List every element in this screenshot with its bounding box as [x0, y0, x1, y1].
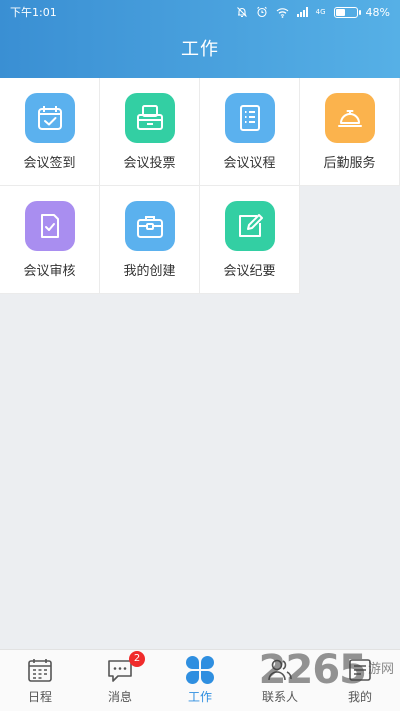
tile-icon-bg [24, 92, 75, 143]
edit-note-icon [238, 213, 263, 237]
tab-messages[interactable]: 2 消息 [80, 650, 160, 711]
signal-icon [296, 7, 308, 17]
ballot-box-icon [136, 104, 163, 130]
status-indicators: 4G 48% [236, 6, 390, 19]
status-time: 下午1:01 [10, 6, 57, 19]
tile-icon-bg [324, 92, 375, 143]
tile-meeting-checkin[interactable]: 会议签到 [0, 78, 100, 186]
tab-label: 消息 [107, 690, 132, 704]
tile-meeting-review[interactable]: 会议审核 [0, 186, 100, 294]
network-type: 4G [315, 8, 326, 16]
tab-contacts[interactable]: 联系人 [240, 650, 320, 711]
alarm-icon [256, 6, 267, 18]
unread-badge: 2 [129, 651, 145, 667]
calendar-icon [28, 659, 52, 682]
calendar-check-icon [37, 105, 62, 130]
tile-icon-bg [224, 200, 275, 251]
tab-label: 工作 [187, 690, 212, 704]
agenda-list-icon [239, 104, 260, 131]
tile-label: 我的创建 [123, 263, 176, 279]
tab-schedule[interactable]: 日程 [0, 650, 80, 711]
tile-label: 会议投票 [123, 155, 176, 171]
contacts-icon [268, 659, 292, 681]
tile-icon-bg [24, 200, 75, 251]
tab-profile[interactable]: 我的 [320, 650, 400, 711]
clover-icon [186, 656, 214, 684]
tile-meeting-vote[interactable]: 会议投票 [100, 78, 200, 186]
wifi-icon [276, 7, 289, 18]
battery-percent: 48% [365, 5, 390, 19]
tile-label: 会议签到 [23, 155, 76, 171]
tile-label: 会议审核 [23, 263, 76, 279]
tab-label: 联系人 [261, 690, 298, 704]
tile-icon-bg [224, 92, 275, 143]
tile-icon-bg [124, 92, 175, 143]
tile-label: 后勤服务 [323, 155, 376, 171]
work-grid: 会议签到 会议投票 会议议程 后勤服务 会议审核 我的创建 会议纪要 [0, 78, 400, 294]
mute-bell-icon [236, 7, 247, 18]
tab-work[interactable]: 工作 [160, 650, 240, 711]
tile-meeting-agenda[interactable]: 会议议程 [200, 78, 300, 186]
tile-icon-bg [124, 200, 175, 251]
briefcase-icon [136, 215, 163, 238]
battery-icon [333, 6, 361, 18]
status-bar: 下午1:01 4G 48% [0, 0, 400, 24]
app-header: 下午1:01 4G 48% 工作 [0, 0, 400, 78]
tile-meeting-minutes[interactable]: 会议纪要 [200, 186, 300, 294]
profile-icon [349, 659, 371, 681]
bottom-tab-bar: 日程 2 消息 工作 联系人 我的 2265 游网 [0, 647, 400, 711]
tile-label: 会议议程 [223, 155, 276, 171]
tile-logistics-service[interactable]: 后勤服务 [300, 78, 400, 186]
document-check-icon [40, 213, 59, 238]
page-title: 工作 [181, 39, 219, 60]
grid-empty-cell [300, 186, 400, 294]
tile-my-created[interactable]: 我的创建 [100, 186, 200, 294]
tab-label: 我的 [347, 690, 372, 704]
tile-label: 会议纪要 [223, 263, 276, 279]
tab-label: 日程 [27, 690, 52, 704]
battery-fill [335, 8, 345, 16]
service-bell-icon [337, 109, 362, 127]
